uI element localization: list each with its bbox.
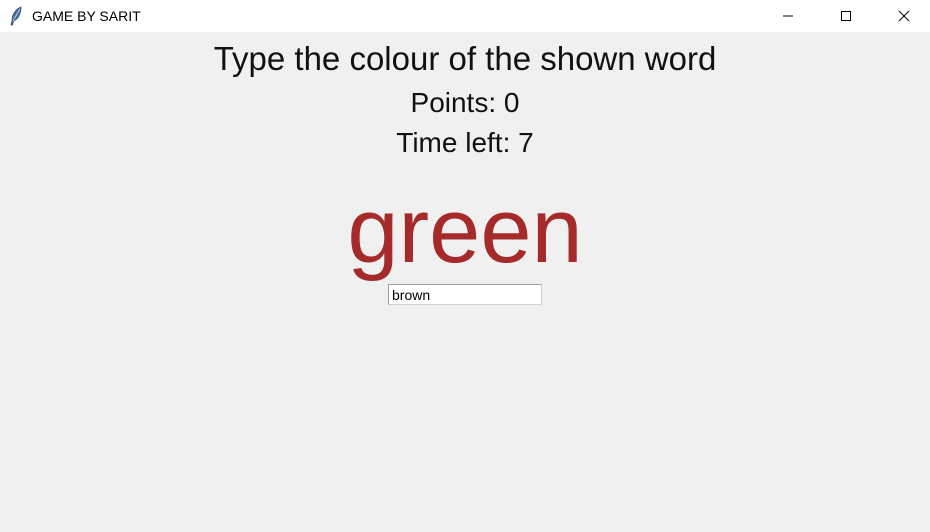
points-label: Points: 0 bbox=[410, 87, 520, 118]
close-icon bbox=[898, 10, 910, 22]
app-window: GAME BY SARIT Type the colour of the sho… bbox=[0, 0, 930, 532]
game-area: Type the colour of the shown word Points… bbox=[0, 32, 930, 532]
feather-icon bbox=[9, 6, 23, 26]
maximize-button[interactable] bbox=[823, 0, 869, 32]
close-button[interactable] bbox=[881, 0, 927, 32]
minimize-button[interactable] bbox=[765, 0, 811, 32]
shown-word-label: green bbox=[347, 180, 583, 282]
colour-entry-input[interactable] bbox=[388, 284, 542, 305]
minimize-icon bbox=[783, 15, 793, 17]
window-title: GAME BY SARIT bbox=[32, 8, 141, 24]
maximize-icon bbox=[841, 11, 851, 21]
title-bar[interactable]: GAME BY SARIT bbox=[0, 0, 930, 32]
instruction-label: Type the colour of the shown word bbox=[213, 40, 717, 77]
time-left-label: Time left: 7 bbox=[396, 127, 534, 158]
